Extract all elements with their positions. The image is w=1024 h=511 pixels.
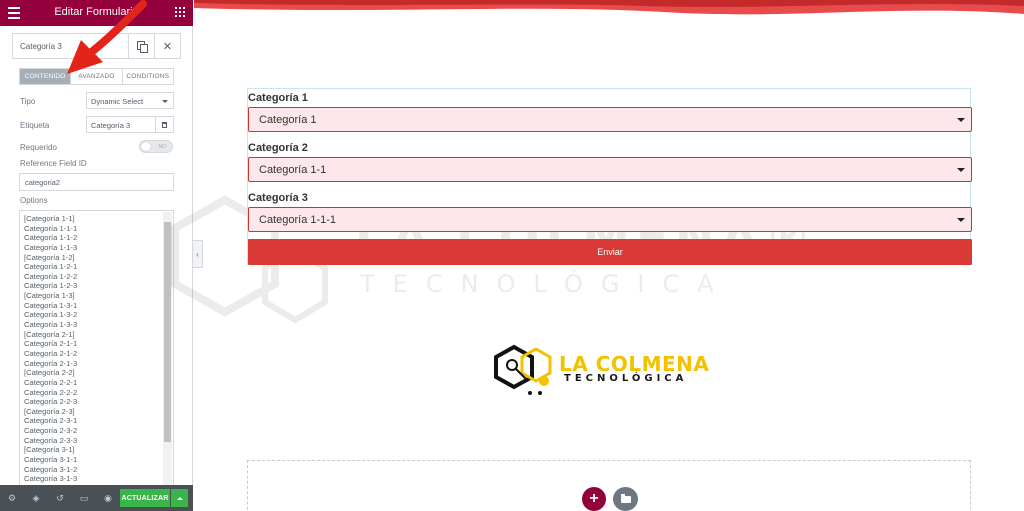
select-categoria-3-value: Categoría 1-1-1 (259, 214, 337, 226)
settings-icon[interactable]: ⚙ (7, 493, 17, 503)
submit-button[interactable]: Enviar (248, 239, 972, 265)
layers-icon[interactable]: ◈ (31, 493, 41, 503)
form-label-categoria-1: Categoría 1 (248, 92, 308, 104)
option-line: [Categoría 2-1] (24, 329, 75, 339)
option-line: Categoría 2-1-1 (24, 339, 78, 349)
select-categoria-2[interactable]: Categoría 1-1 (248, 157, 972, 182)
select-categoria-2-value: Categoría 1-1 (259, 164, 327, 176)
chevron-down-icon (957, 118, 965, 122)
plus-icon: + (589, 490, 599, 507)
option-line: [Categoría 1-2] (24, 252, 75, 262)
reference-field-label: Reference Field ID (20, 159, 87, 168)
option-line: Categoría 2-2-1 (24, 377, 78, 387)
etiqueta-input-value: Categoría 3 (91, 121, 131, 130)
form-label-categoria-2: Categoría 2 (248, 142, 308, 154)
chevron-down-icon (162, 100, 168, 103)
tipo-select[interactable]: Dynamic Select (86, 92, 174, 109)
option-line: Categoría 2-3-2 (24, 426, 78, 436)
option-line: [Categoría 2-3] (24, 406, 75, 416)
select-categoria-1-value: Categoría 1 (259, 114, 317, 126)
options-label: Options (20, 196, 48, 205)
option-line: Categoría 2-1-3 (24, 358, 78, 368)
option-line: Categoría 1-3-3 (24, 320, 78, 330)
chevron-down-icon (957, 218, 965, 222)
etiqueta-label: Etiqueta (20, 121, 50, 130)
option-line: Categoría 1-2-1 (24, 262, 78, 272)
update-button[interactable]: ACTUALIZAR (120, 489, 170, 507)
delete-button[interactable] (155, 116, 174, 133)
brand-logo: LA COLMENA TECNOLÓGICA (492, 343, 732, 401)
option-line: [Categoría 1-1] (24, 214, 75, 223)
etiqueta-input[interactable]: Categoría 3 (86, 116, 156, 133)
watermark-line2: TECNOLÓGICA (359, 268, 732, 298)
add-section-button[interactable]: + (582, 487, 606, 511)
responsive-icon[interactable]: ▭ (79, 493, 89, 503)
option-line: Categoría 1-1-3 (24, 242, 78, 252)
toggle-knob (141, 142, 151, 151)
add-section-dropzone[interactable] (247, 460, 971, 511)
grid-icon[interactable] (175, 7, 185, 17)
option-line: Categoría 1-1-1 (24, 223, 78, 233)
select-categoria-1[interactable]: Categoría 1 (248, 107, 972, 132)
reference-field-value: categoria2 (25, 178, 61, 187)
option-line: Categoría 3-1-3 (24, 474, 78, 484)
option-line: Categoría 1-3-1 (24, 300, 78, 310)
update-options-button[interactable] (171, 489, 188, 507)
chevron-down-icon (957, 168, 965, 172)
option-line: Categoría 1-1-2 (24, 233, 78, 243)
option-line: Categoría 2-3-3 (24, 435, 78, 445)
option-line: Categoría 2-2-2 (24, 387, 78, 397)
option-line: [Categoría 1-3] (24, 291, 75, 301)
option-line: Categoría 2-2-3 (24, 397, 78, 407)
options-list: [Categoría 1-1] Categoría 1-1-1 Categoría … (24, 214, 160, 484)
toggle-state-text: NO (158, 144, 167, 150)
history-icon[interactable]: ↺ (55, 493, 65, 503)
option-line: Categoría 3-1-1 (24, 455, 78, 465)
tipo-label: Tipo (20, 97, 36, 106)
category-form: Categoría 1 Categoría 1 Categoría 2 Cate… (247, 88, 972, 265)
option-line: [Categoría 3-1] (24, 445, 75, 455)
close-icon: ✕ (162, 40, 173, 53)
logo-subtitle: TECNOLÓGICA (564, 373, 688, 384)
form-label-categoria-3: Categoría 3 (248, 192, 308, 204)
tipo-select-value: Dynamic Select (91, 97, 144, 106)
chevron-up-icon (176, 496, 183, 500)
option-line: Categoría 2-1-2 (24, 348, 78, 358)
panel-footer: ⚙ ◈ ↺ ▭ ◉ ACTUALIZAR (0, 485, 193, 511)
hexagon-logo-icon (494, 344, 552, 395)
red-arrow-annotation (67, 0, 147, 74)
option-line: [Categoría 2-2] (24, 368, 75, 378)
option-line: Categoría 1-3-2 (24, 310, 78, 320)
select-categoria-3[interactable]: Categoría 1-1-1 (248, 207, 972, 232)
close-button[interactable]: ✕ (154, 34, 180, 58)
preview-icon[interactable]: ◉ (103, 493, 113, 503)
trash-icon (162, 121, 167, 128)
header-wave-decoration (194, 0, 1024, 15)
option-line: Categoría 2-3-1 (24, 416, 78, 426)
option-line: Categoría 3-1-2 (24, 464, 78, 474)
reference-field-input[interactable]: categoria2 (19, 173, 174, 191)
requerido-toggle[interactable]: NO (139, 140, 173, 153)
folder-icon (620, 493, 631, 503)
requerido-label: Requerido (20, 143, 57, 152)
option-line: Categoría 1-2-3 (24, 281, 78, 291)
options-textarea[interactable]: [Categoría 1-1] Categoría 1-1-1 Categoría … (19, 210, 174, 488)
option-line: Categoría 1-2-2 (24, 271, 78, 281)
add-template-button[interactable] (613, 487, 638, 511)
